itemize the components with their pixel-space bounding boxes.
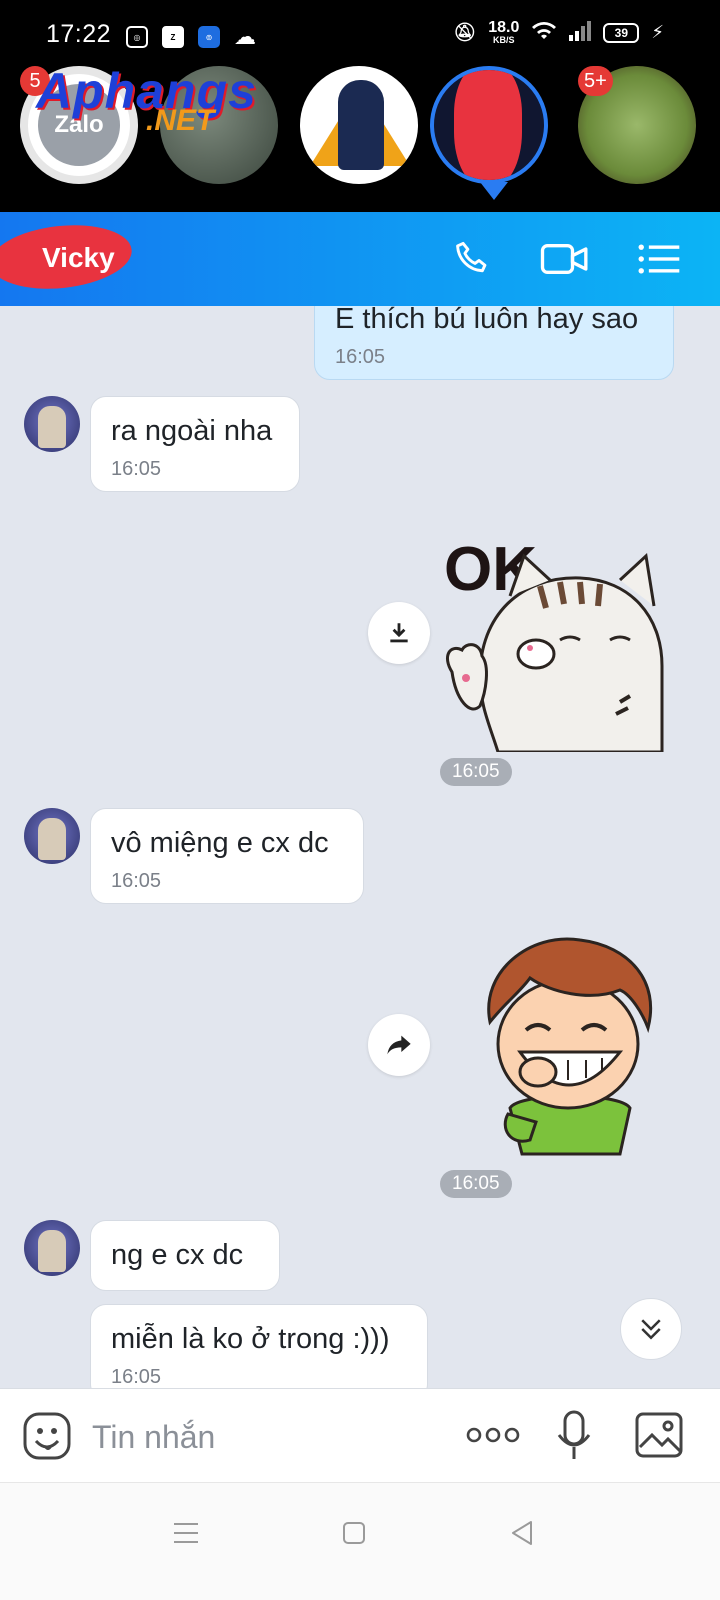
zalo-notification-icon: Z	[162, 26, 184, 48]
incoming-message[interactable]: ra ngoài nha 16:05	[90, 396, 300, 492]
contact-name[interactable]: Vicky	[42, 242, 115, 274]
incoming-message[interactable]: vô miệng e cx dc 16:05	[90, 808, 364, 904]
message-time: 16:05	[111, 458, 162, 480]
forward-arrow-icon	[387, 1035, 411, 1055]
battery-level: 39	[603, 22, 640, 43]
back-triangle-icon	[512, 1521, 532, 1545]
video-camera-icon	[540, 244, 588, 274]
more-options-button[interactable]	[466, 1425, 520, 1450]
image-icon	[635, 1412, 683, 1458]
voice-call-button[interactable]	[448, 234, 498, 284]
list-menu-icon	[638, 244, 680, 274]
chat-head-avatar-2[interactable]	[300, 66, 418, 184]
message-list[interactable]: E thích bú luôn hay sao 16:05 ra ngoài n…	[0, 306, 720, 1388]
download-sticker-button[interactable]	[368, 602, 430, 664]
watermark-suffix: .NET	[146, 104, 215, 137]
unread-badge: 5+	[578, 66, 613, 96]
incoming-message[interactable]: miễn là ko ở trong :))) 16:05	[90, 1304, 428, 1388]
message-time: 16:05	[111, 870, 162, 892]
home-button[interactable]	[334, 1513, 374, 1553]
active-chat-head-pointer	[480, 182, 508, 200]
mute-icon: 🔕︎	[453, 22, 477, 42]
send-image-button[interactable]	[634, 1411, 684, 1464]
cat-sticker-drawing: OK	[444, 535, 664, 754]
video-call-button[interactable]	[540, 234, 590, 284]
ok-cat-sticker[interactable]: OK	[440, 516, 670, 754]
boy-sticker-drawing	[487, 937, 653, 1156]
forward-sticker-button[interactable]	[368, 1014, 430, 1076]
sticker-timestamp: 16:05	[440, 758, 512, 786]
phone-icon	[456, 241, 487, 273]
menu-lines-icon	[174, 1523, 198, 1543]
signal-icon	[569, 21, 592, 44]
chat-header: Vicky	[0, 212, 720, 306]
network-speed: 18.0 KB/S	[488, 20, 519, 45]
network-speed-unit: KB/S	[493, 35, 515, 45]
recent-apps-button[interactable]	[166, 1513, 206, 1553]
emoji-icon	[23, 1412, 71, 1460]
back-button[interactable]	[502, 1513, 542, 1553]
sender-avatar[interactable]	[24, 808, 80, 864]
home-square-icon	[343, 1522, 365, 1544]
avatar-person-shape	[338, 80, 384, 170]
wifi-icon	[531, 21, 557, 44]
instagram-icon: ◎	[126, 26, 148, 48]
sticker-timestamp: 16:05	[440, 1170, 512, 1198]
scroll-to-bottom-button[interactable]	[620, 1298, 682, 1360]
chat-head-avatar-active[interactable]	[430, 66, 548, 184]
charging-icon: ⚡	[651, 22, 664, 42]
message-composer: Tin nhắn	[0, 1388, 720, 1482]
message-text: E thích bú luôn hay sao	[335, 306, 639, 335]
message-text: ng e cx dc	[111, 1239, 244, 1271]
system-navigation-bar	[0, 1482, 720, 1600]
status-notification-icons: ◎ Z ⊚ ☁	[126, 24, 256, 50]
incoming-message[interactable]: ng e cx dc	[90, 1220, 280, 1291]
double-chevron-down-icon	[641, 1319, 661, 1340]
emoji-sticker-button[interactable]	[22, 1411, 72, 1466]
hotspot-icon: ⊚	[198, 26, 220, 48]
laughing-boy-sticker[interactable]	[470, 932, 670, 1156]
message-text: ra ngoài nha	[111, 415, 273, 447]
sender-avatar[interactable]	[24, 396, 80, 452]
more-dots-icon	[466, 1427, 520, 1443]
network-speed-value: 18.0	[488, 19, 520, 36]
message-time: 16:05	[335, 346, 386, 368]
microphone-icon	[557, 1410, 591, 1459]
message-text: miễn là ko ở trong :)))	[111, 1323, 390, 1355]
outgoing-message[interactable]: E thích bú luôn hay sao 16:05	[314, 306, 674, 380]
chat-options-button[interactable]	[634, 234, 684, 284]
message-time: 16:05	[111, 1366, 162, 1388]
status-time: 17:22	[46, 20, 112, 48]
download-icon	[390, 623, 408, 643]
sender-avatar[interactable]	[24, 1220, 80, 1276]
message-text: vô miệng e cx dc	[111, 827, 329, 859]
message-input[interactable]: Tin nhắn	[92, 1419, 215, 1456]
voice-message-button[interactable]	[554, 1409, 594, 1468]
redaction-mark	[454, 70, 522, 180]
status-system-icons: 🔕︎ 18.0 KB/S 39 ⚡	[453, 20, 664, 45]
cloud-icon: ☁	[234, 24, 256, 49]
